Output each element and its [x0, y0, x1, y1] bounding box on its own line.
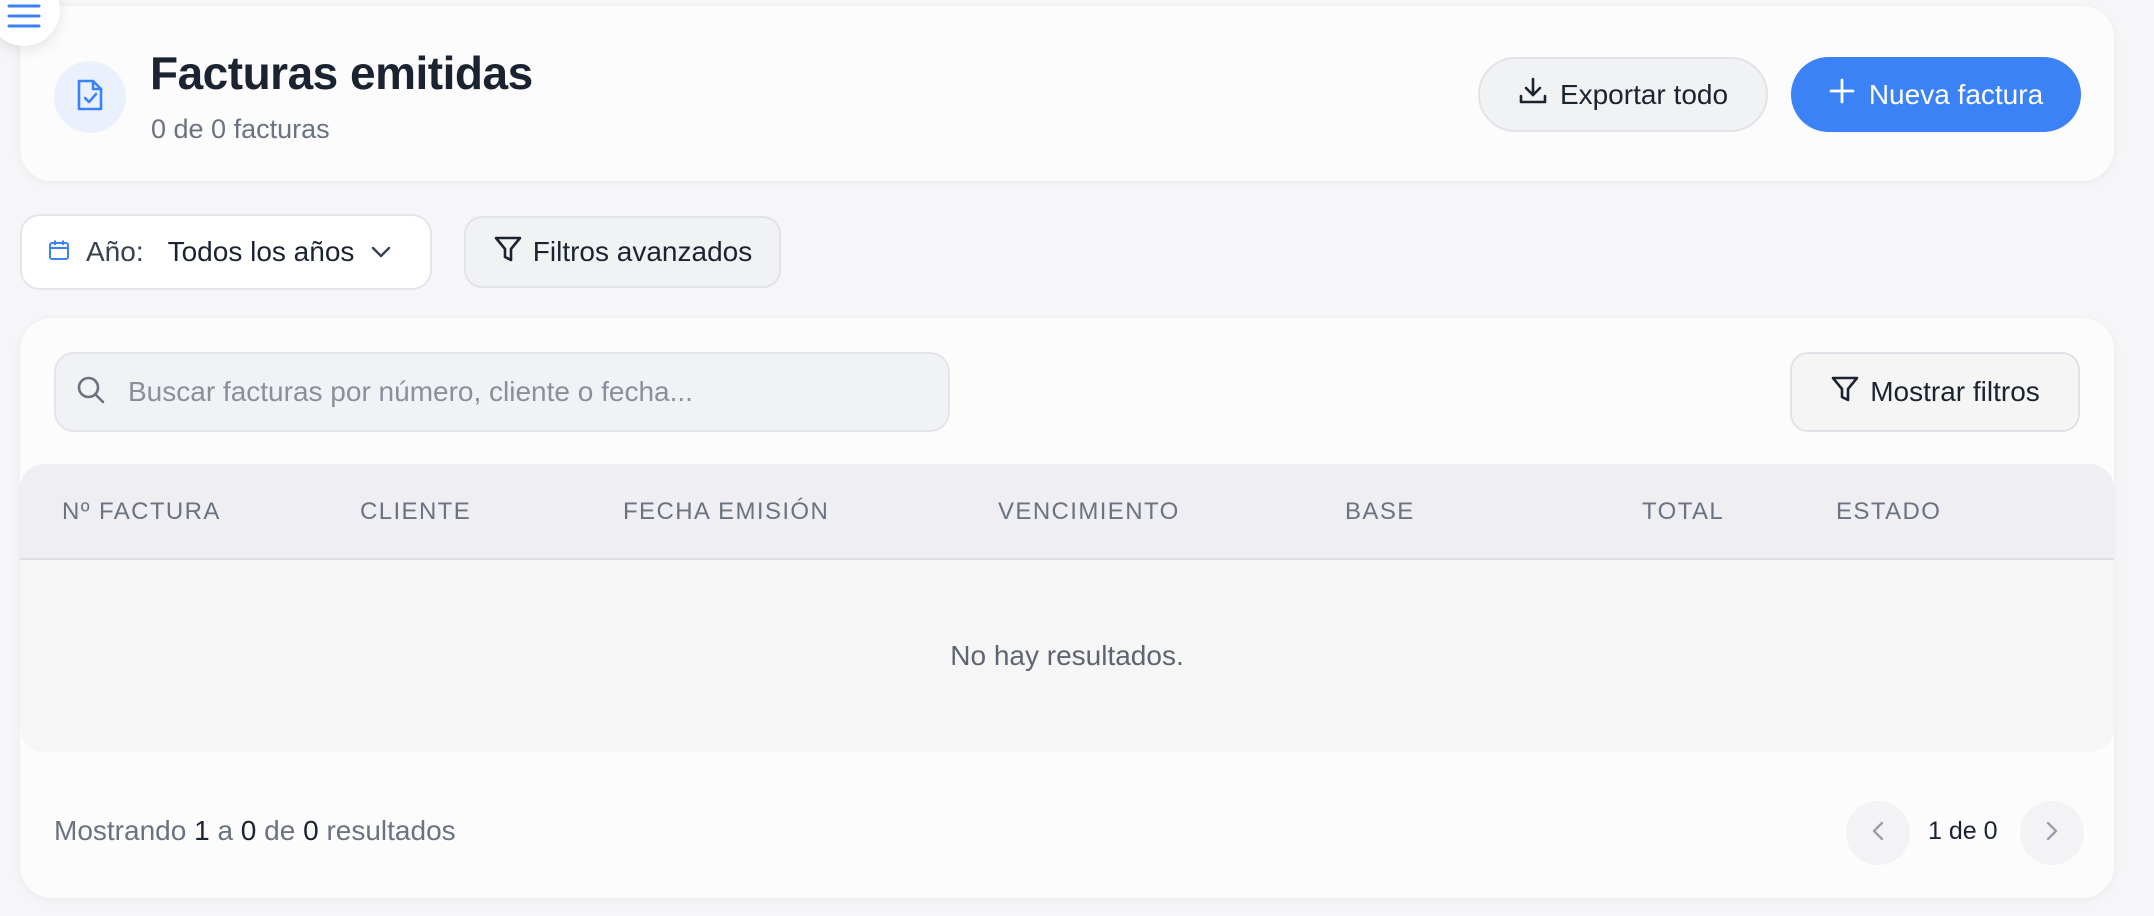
download-icon — [1518, 76, 1548, 113]
filter-icon — [493, 234, 523, 271]
invoices-table-card: Mostrar filtros Nº FACTURA CLIENTE FECHA… — [20, 318, 2114, 898]
search-box[interactable] — [54, 352, 950, 432]
results-sep-de: de — [264, 815, 296, 846]
page-title: Facturas emitidas — [150, 47, 533, 99]
results-total: 0 — [303, 815, 319, 846]
results-to: 0 — [240, 815, 257, 846]
filter-icon — [1830, 374, 1860, 411]
year-value: Todos los años — [167, 236, 355, 267]
new-invoice-button[interactable]: Nueva factura — [1791, 57, 2081, 132]
export-all-label: Exportar todo — [1559, 78, 1729, 110]
results-suffix: resultados — [326, 815, 456, 846]
column-header-status[interactable]: ESTADO — [1836, 498, 1941, 526]
page-header: Facturas emitidas 0 de 0 facturas Export… — [20, 6, 2114, 181]
year-select[interactable]: Año: Todos los años — [20, 214, 432, 290]
results-from: 1 — [194, 815, 210, 846]
invoice-count: 0 de 0 facturas — [151, 114, 330, 144]
column-header-due-date[interactable]: VENCIMIENTO — [998, 498, 1180, 526]
advanced-filters-label: Filtros avanzados — [532, 236, 753, 267]
show-filters-button[interactable]: Mostrar filtros — [1790, 352, 2080, 432]
advanced-filters-button[interactable]: Filtros avanzados — [464, 216, 781, 288]
plus-icon — [1829, 78, 1855, 111]
document-check-icon — [75, 78, 105, 117]
column-header-client[interactable]: CLIENTE — [360, 498, 471, 526]
page-indicator: 1 de 0 — [1928, 817, 1998, 845]
new-invoice-label: Nueva factura — [1868, 78, 2044, 110]
column-header-issue-date[interactable]: FECHA EMISIÓN — [623, 498, 829, 526]
results-sep-a: a — [217, 815, 234, 846]
column-header-base[interactable]: BASE — [1345, 498, 1415, 526]
results-summary: Mostrando 1 a 0 de 0 resultados — [54, 815, 456, 847]
previous-page-button[interactable] — [1846, 801, 1910, 865]
calendar-icon — [48, 236, 70, 268]
export-all-button[interactable]: Exportar todo — [1478, 57, 1768, 132]
chevron-right-icon — [2045, 820, 2059, 847]
chevron-left-icon — [1871, 820, 1885, 847]
column-header-total[interactable]: TOTAL — [1642, 498, 1724, 526]
column-header-invoice-number[interactable]: Nº FACTURA — [62, 498, 221, 526]
empty-state-message: No hay resultados. — [950, 640, 1184, 671]
next-page-button[interactable] — [2020, 801, 2084, 865]
menu-icon — [7, 3, 41, 34]
document-badge — [54, 61, 126, 133]
table-body: No hay resultados. — [20, 560, 2114, 752]
table-header: Nº FACTURA CLIENTE FECHA EMISIÓN VENCIMI… — [20, 464, 2114, 560]
year-label: Año: — [86, 236, 144, 267]
results-prefix: Mostrando — [54, 815, 187, 846]
search-icon — [76, 375, 106, 410]
search-input[interactable] — [128, 376, 908, 408]
chevron-down-icon — [370, 245, 392, 259]
show-filters-label: Mostrar filtros — [1870, 376, 2040, 407]
